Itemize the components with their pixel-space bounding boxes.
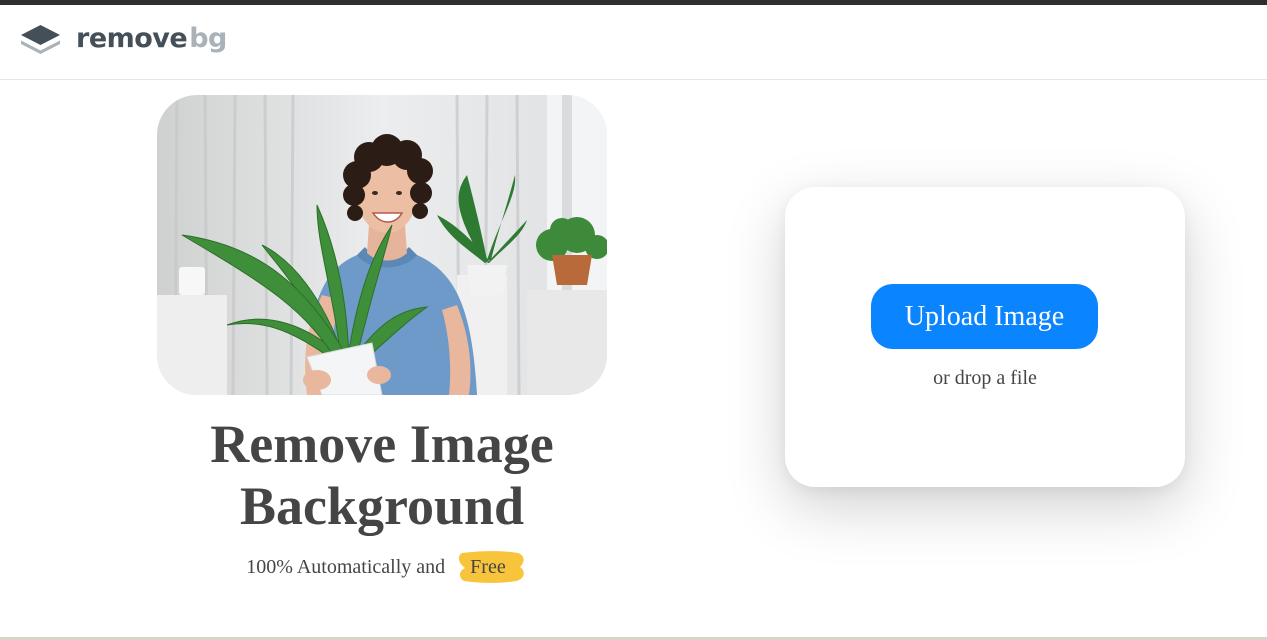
page-title: Remove Image Background — [157, 413, 607, 537]
upload-card[interactable]: Upload Image or drop a file — [785, 187, 1185, 487]
layers-logo-icon — [21, 25, 60, 54]
logo-wordmark: removebg — [76, 22, 227, 56]
free-badge-label: Free — [470, 556, 506, 578]
drop-file-text: or drop a file — [933, 367, 1037, 389]
logo-word-bg: bg — [189, 23, 227, 54]
tagline-text: 100% Automatically and — [246, 556, 446, 578]
site-header: removebg — [0, 5, 1267, 80]
title-line-2: Background — [239, 476, 525, 536]
free-badge: Free — [458, 551, 524, 583]
title-line-1: Remove Image — [210, 414, 554, 474]
tagline: 100% Automatically and Free — [157, 551, 607, 583]
logo-word-remove: remove — [76, 23, 188, 54]
hero-photo — [157, 95, 607, 395]
home-logo-link[interactable]: removebg — [19, 22, 227, 56]
upload-image-button[interactable]: Upload Image — [871, 284, 1098, 349]
